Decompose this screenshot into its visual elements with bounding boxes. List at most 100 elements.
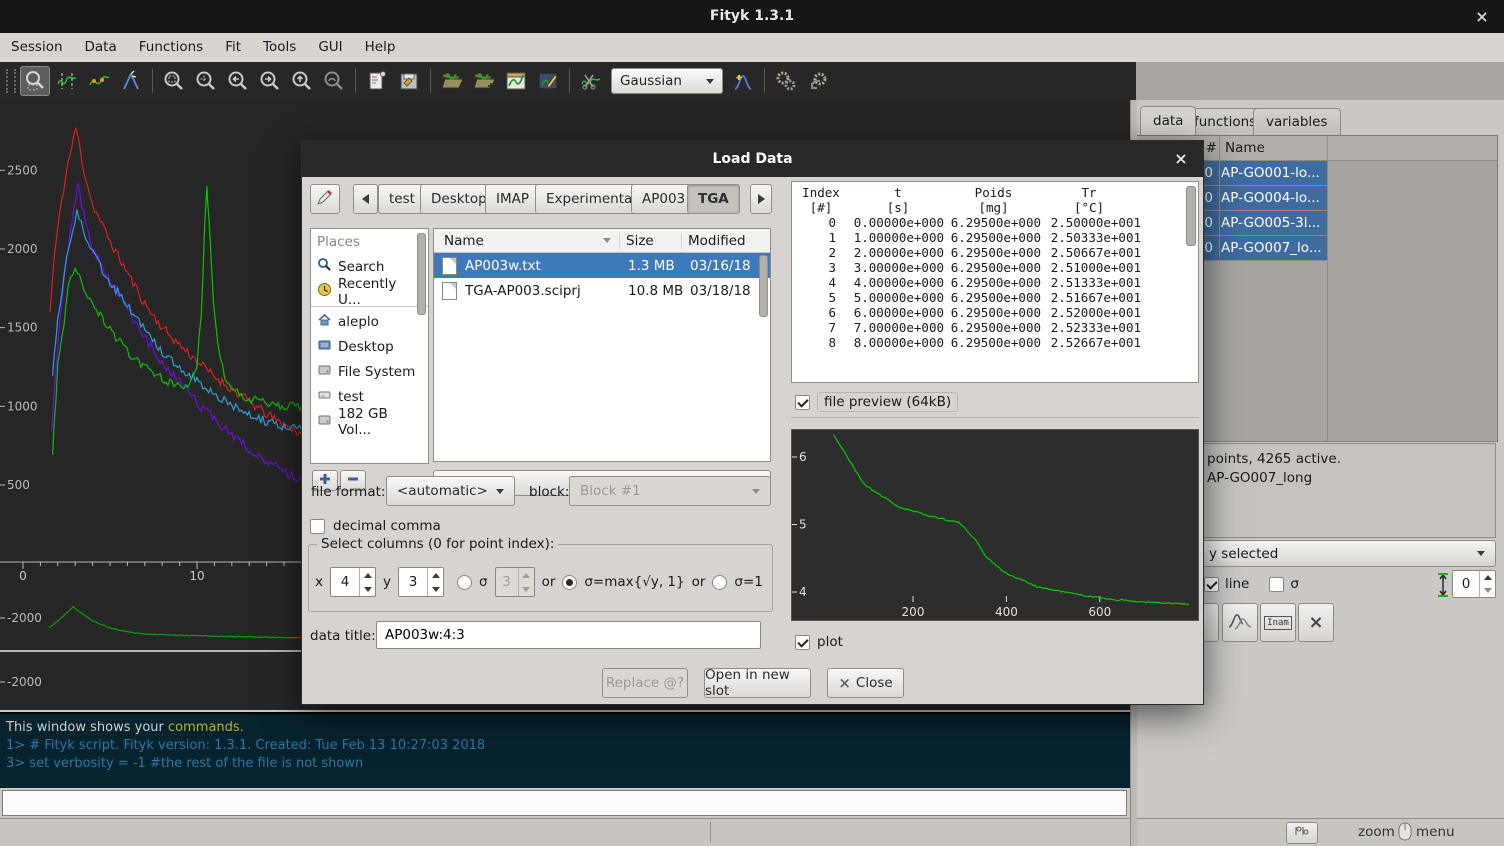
- place-desktop[interactable]: Desktop: [311, 334, 428, 359]
- data-title-input[interactable]: [376, 621, 761, 649]
- load-data-dialog: Load Data × test Desktop IMAP Experiment…: [301, 140, 1204, 705]
- zoom-mode-button[interactable]: [20, 66, 50, 96]
- tab-label: variables: [1266, 114, 1328, 130]
- nav-back-button[interactable]: [353, 184, 378, 214]
- fit-run-button[interactable]: [771, 66, 801, 96]
- file-format-combo[interactable]: <automatic>: [386, 476, 515, 506]
- zoom-vertical-button[interactable]: [191, 66, 221, 96]
- tab-data[interactable]: data: [1140, 106, 1196, 135]
- svg-text:-2000: -2000: [7, 611, 42, 625]
- arrow-right-icon: [758, 194, 765, 204]
- preview-unit: [°C]: [1041, 200, 1137, 215]
- sigma-column-radio[interactable]: [457, 575, 472, 590]
- dialog-close-icon[interactable]: ×: [1169, 141, 1193, 177]
- y-column-stepper[interactable]: 3: [398, 567, 444, 597]
- close-button[interactable]: × Close: [827, 668, 904, 698]
- file-row-ap003w[interactable]: AP003w.txt 1.3 MB 03/16/18: [434, 253, 770, 278]
- window-close-icon[interactable]: ×: [1468, 0, 1496, 33]
- stepper-arrows[interactable]: [359, 568, 375, 596]
- drive-icon: [317, 362, 332, 381]
- open-in-new-slot-button[interactable]: Open in new slot: [704, 668, 811, 698]
- path-crumb-test[interactable]: test: [378, 184, 426, 214]
- plot-checkbox[interactable]: [795, 635, 810, 650]
- svg-text:2000: 2000: [7, 242, 38, 256]
- point-size-stepper[interactable]: 0: [1452, 570, 1496, 598]
- preview-header: Tr: [1041, 185, 1137, 200]
- sigma-one-radio[interactable]: [712, 575, 727, 590]
- column-header-modified[interactable]: Modified: [681, 233, 758, 249]
- zoom-previous-button[interactable]: [319, 66, 349, 96]
- menu-gui[interactable]: GUI: [307, 33, 353, 62]
- type-location-button[interactable]: [310, 184, 340, 214]
- data-editor-button[interactable]: [533, 66, 563, 96]
- fit-undo-button[interactable]: [803, 66, 833, 96]
- menu-fit[interactable]: Fit: [214, 33, 252, 62]
- load-data-button[interactable]: [437, 66, 467, 96]
- crumb-label: test: [389, 191, 415, 207]
- place-file-system[interactable]: File System: [311, 359, 428, 384]
- menu-tools[interactable]: Tools: [252, 33, 307, 62]
- show-names-button[interactable]: Inam: [1260, 603, 1296, 642]
- script-edit-button[interactable]: [362, 66, 392, 96]
- peak-draw-mode-button[interactable]: [116, 66, 146, 96]
- tab-variables[interactable]: variables: [1253, 108, 1341, 135]
- file-list-scrollbar[interactable]: [759, 255, 768, 317]
- file-row-tga-ap003[interactable]: TGA-AP003.sciprj 10.8 MB 03/18/18: [434, 278, 770, 303]
- chevron-down-icon: [752, 489, 760, 494]
- column-header-name[interactable]: Name: [434, 233, 603, 249]
- data-export-button[interactable]: [501, 66, 531, 96]
- toolbar-grip[interactable]: [6, 69, 16, 93]
- config-mini-button[interactable]: [1286, 822, 1318, 844]
- menu-session[interactable]: Session: [0, 33, 74, 62]
- delete-dataset-button[interactable]: ×: [1298, 603, 1334, 642]
- statusbar-menu-label[interactable]: menu: [1416, 824, 1455, 840]
- frame-pencil-icon: [536, 69, 560, 93]
- zoom-left-button[interactable]: [223, 66, 253, 96]
- sigma-checkbox[interactable]: [1269, 577, 1284, 592]
- preview-row: 44.00000e+0006.29500e+0002.51333e+001: [792, 275, 1198, 290]
- sigma-one-label: σ=1: [734, 574, 762, 590]
- data-transform-button[interactable]: [576, 66, 606, 96]
- nav-forward-button[interactable]: [750, 184, 772, 214]
- zoom-up-button[interactable]: [287, 66, 317, 96]
- range-mode-button[interactable]: [52, 66, 82, 96]
- menu-help[interactable]: Help: [354, 33, 407, 62]
- x-column-stepper[interactable]: 4: [330, 567, 376, 597]
- open-folder-plus-icon: [472, 69, 496, 93]
- menu-data[interactable]: Data: [74, 33, 128, 62]
- command-input[interactable]: [2, 790, 1127, 816]
- peak-type-combo[interactable]: Gaussian: [611, 68, 723, 94]
- path-crumb-imap[interactable]: IMAP: [485, 184, 540, 214]
- add-peak-button[interactable]: [728, 66, 758, 96]
- point-mode-button[interactable]: [84, 66, 114, 96]
- file-preview-label: file preview (64kB): [817, 392, 958, 412]
- decimal-comma-checkbox[interactable]: [310, 519, 325, 534]
- line-checkbox[interactable]: [1204, 577, 1219, 592]
- load-data-append-button[interactable]: [469, 66, 499, 96]
- statusbar-zoom-label[interactable]: zoom: [1358, 824, 1395, 840]
- zoom-right-button[interactable]: [255, 66, 285, 96]
- plot-checkbox-row: plot: [795, 634, 843, 650]
- place-home[interactable]: aleplo: [311, 309, 428, 334]
- places-scrollbar[interactable]: [417, 233, 426, 315]
- cell: 5.00000e+000: [836, 290, 944, 305]
- place-volume[interactable]: 182 GB Vol...: [311, 409, 428, 434]
- zoom-all-button[interactable]: [159, 66, 189, 96]
- column-header-name[interactable]: Name: [1217, 140, 1265, 156]
- path-crumb-tga-current[interactable]: TGA: [687, 184, 740, 214]
- plot-both-button[interactable]: [1222, 603, 1258, 642]
- gui-config-button[interactable]: [394, 66, 424, 96]
- hidden-tool-button[interactable]: [1202, 603, 1219, 642]
- stepper-arrows[interactable]: [427, 568, 443, 596]
- curves-icon: [1227, 609, 1253, 637]
- sigma-max-radio[interactable]: [562, 575, 577, 590]
- output-console: This window shows your commands. 1> # Fi…: [0, 712, 1130, 788]
- menu-functions[interactable]: Functions: [128, 33, 214, 62]
- place-recent[interactable]: Recently U...: [311, 279, 428, 304]
- file-preview-checkbox[interactable]: [795, 395, 810, 410]
- preview-scrollbar[interactable]: [1186, 186, 1196, 246]
- column-header-size[interactable]: Size: [619, 233, 681, 249]
- stepper-arrows[interactable]: [1479, 571, 1495, 597]
- select-columns-controls: x 4 y 3 σ 3 or: [315, 567, 763, 597]
- preview-header-row: Index t Poids Tr: [792, 182, 1198, 200]
